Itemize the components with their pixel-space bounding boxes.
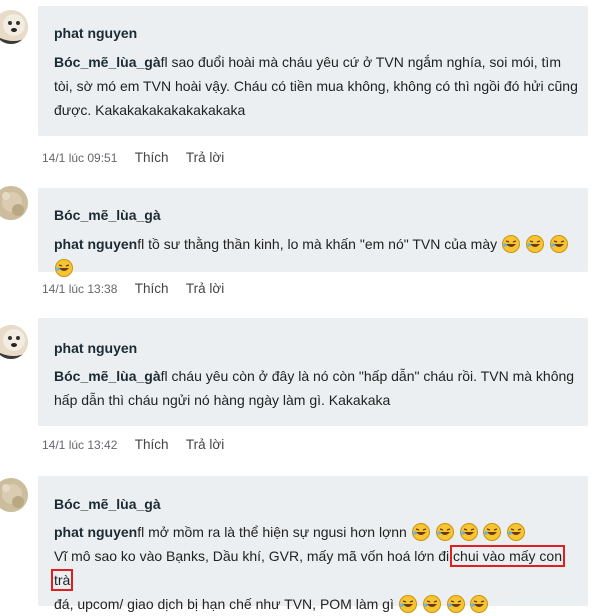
rolling-on-floor-laughing-icon [549, 235, 568, 253]
comment-body: fl tồ sư thằng thần kinh, lo mà khấn "em… [137, 236, 498, 252]
mention-link[interactable]: phat nguyen [54, 524, 137, 540]
comment-thread: phat nguyen Bóc_mẽ_lùa_gàfl sao đuổi hoà… [0, 0, 600, 613]
comment-bubble: phat nguyen Bóc_mẽ_lùa_gàfl sao đuổi hoà… [38, 6, 588, 136]
like-button[interactable]: Thích [135, 281, 169, 296]
comment-author[interactable]: Bóc_mẽ_lùa_gà [54, 496, 161, 512]
comment-line: Vĩ mô sao ko vào Bạnks, Dầu khí, GVR, mấ… [51, 544, 582, 592]
comment-author[interactable]: Bóc_mẽ_lùa_gà [54, 207, 161, 223]
rolling-on-floor-laughing-icon [435, 523, 454, 541]
timestamp: 14/1 lúc 09:51 [42, 151, 118, 165]
comment-body: đá, upcom/ giao dịch bị hạn chế như TVN,… [54, 596, 394, 612]
mention-link[interactable]: Bóc_mẽ_lùa_gà [54, 368, 161, 384]
comment-author[interactable]: phat nguyen [54, 25, 137, 41]
rolling-on-floor-laughing-icon [459, 523, 478, 541]
timestamp: 14/1 lúc 13:42 [42, 438, 118, 452]
rolling-on-floor-laughing-icon [525, 235, 544, 253]
reply-button[interactable]: Trả lời [186, 437, 224, 452]
comment-body: fl mở mồm ra là thể hiện sự ngusi hơn lợ… [137, 524, 407, 540]
mention-link[interactable]: Bóc_mẽ_lùa_gà [54, 54, 161, 70]
comment-bubble: Bóc_mẽ_lùa_gà phat nguyenfl mở mồm ra là… [38, 476, 588, 613]
rolling-on-floor-laughing-icon [502, 235, 521, 253]
comment-meta: 14/1 lúc 09:51 Thích Trả lời [42, 150, 224, 165]
comment-meta: 14/1 lúc 13:42 Thích Trả lời [42, 437, 224, 452]
comment-line: phat nguyenfl mở mồm ra là thể hiện sự n… [54, 520, 582, 544]
rolling-on-floor-laughing-icon [507, 523, 526, 541]
comment-bubble: Bóc_mẽ_lùa_gà phat nguyenfl tồ sư thằng … [38, 188, 588, 277]
like-button[interactable]: Thích [135, 437, 169, 452]
avatar[interactable] [0, 186, 28, 220]
comment-text: Bóc_mẽ_lùa_gàfl sao đuổi hoài mà cháu yê… [54, 50, 582, 122]
timestamp: 14/1 lúc 13:38 [42, 282, 118, 296]
avatar-beige-icon [0, 186, 28, 220]
like-button[interactable]: Thích [135, 150, 169, 165]
mention-link[interactable]: phat nguyen [54, 236, 137, 252]
rolling-on-floor-laughing-icon [55, 259, 73, 277]
rolling-on-floor-laughing-icon [411, 523, 430, 541]
comment-text: phat nguyenfl tồ sư thằng thần kinh, lo … [54, 232, 582, 280]
avatar-beige-icon [0, 478, 28, 512]
comment-meta: 14/1 lúc 13:38 Thích Trả lời [42, 281, 224, 296]
comment-bubble: phat nguyen Bóc_mẽ_lùa_gàfl cháu yêu còn… [38, 318, 588, 426]
avatar-dog-icon [0, 10, 28, 44]
avatar[interactable] [0, 325, 28, 359]
avatar[interactable] [0, 10, 28, 44]
comment-body: Vĩ mô sao ko vào Bạnks, Dầu khí, GVR, mấ… [54, 548, 450, 564]
comment-line: đá, upcom/ giao dịch bị hạn chế như TVN,… [54, 592, 582, 616]
comment-text: Bóc_mẽ_lùa_gàfl cháu yêu còn ở đây là nó… [54, 364, 582, 412]
rolling-on-floor-laughing-icon [446, 595, 465, 613]
rolling-on-floor-laughing-icon [470, 595, 489, 613]
comment-text: phat nguyenfl mở mồm ra là thể hiện sự n… [51, 520, 582, 616]
rolling-on-floor-laughing-icon [422, 595, 441, 613]
comment-author[interactable]: phat nguyen [54, 340, 137, 356]
reply-button[interactable]: Trả lời [186, 281, 224, 296]
avatar[interactable] [0, 478, 28, 512]
reply-button[interactable]: Trả lời [186, 150, 224, 165]
rolling-on-floor-laughing-icon [398, 595, 417, 613]
avatar-dog-icon [0, 325, 28, 359]
rolling-on-floor-laughing-icon [483, 523, 502, 541]
